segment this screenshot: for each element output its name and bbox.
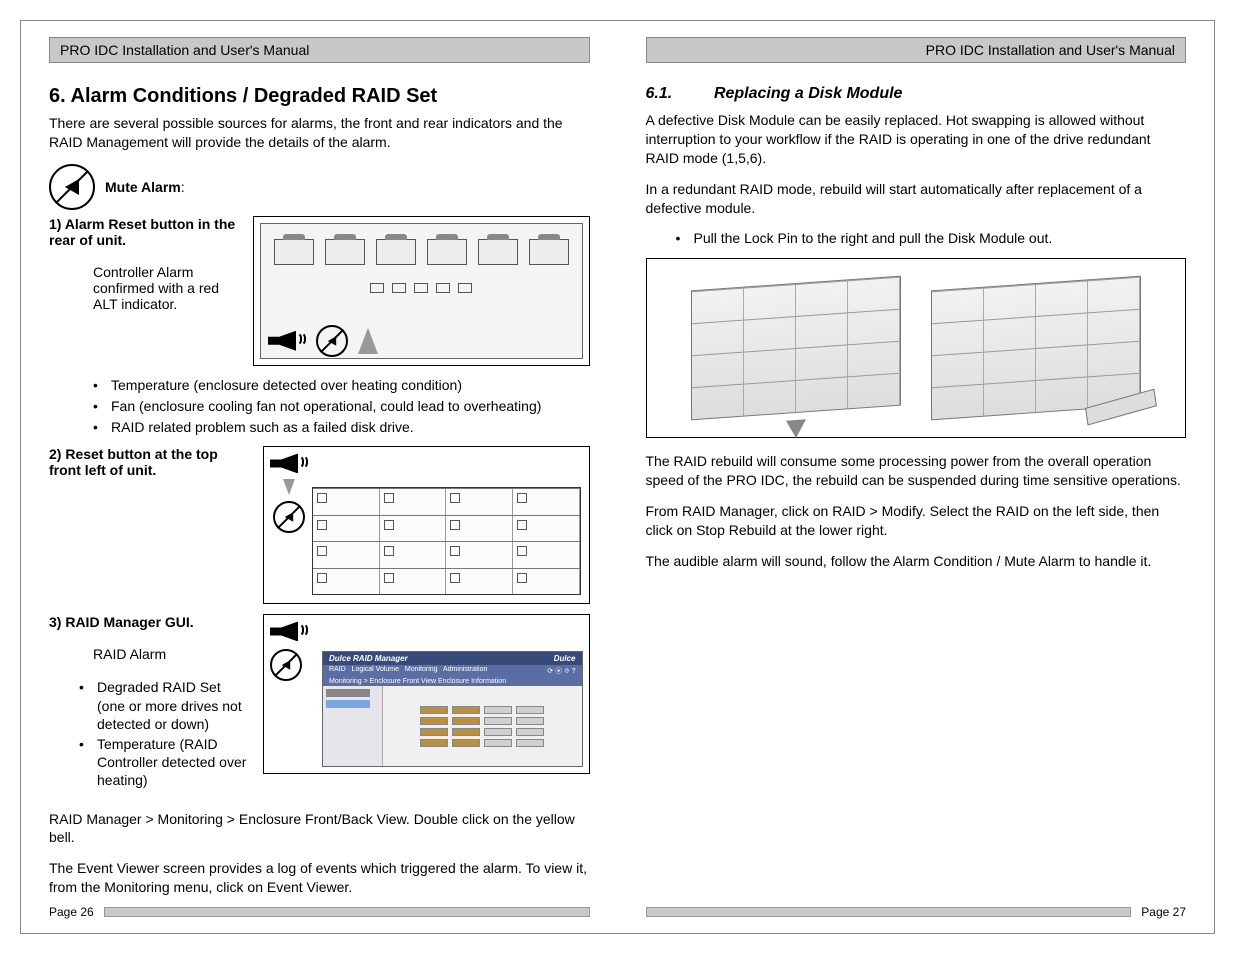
figure-rear-unit [253,216,590,366]
page-number-left: Page 26 [49,905,94,919]
intro-paragraph: There are several possible sources for a… [49,114,590,152]
gui-brand: Dulce [554,654,576,663]
right-p4: From RAID Manager, click on RAID > Modif… [646,502,1187,540]
figure-front-unit [263,446,590,604]
right-p5: The audible alarm will sound, follow the… [646,552,1187,571]
arrow-down-icon [283,479,295,495]
item-2-label: 2) Reset button at the top front left of… [49,446,249,478]
subsection-number: 6.1. [646,85,710,103]
section-title: 6. Alarm Conditions / Degraded RAID Set [49,85,590,108]
footer-bar-right [646,907,1132,917]
page-header-right: PRO IDC Installation and User's Manual [646,37,1187,63]
bullet-temperature: Temperature (enclosure detected over hea… [93,376,590,395]
figure-disk-module-replace [646,258,1187,438]
subsection-title: 6.1. Replacing a Disk Module [646,85,1187,103]
page-header-left: PRO IDC Installation and User's Manual [49,37,590,63]
arrow-down-icon [786,420,806,439]
footer-bar-left [104,907,590,917]
page-number-right: Page 27 [1141,905,1186,919]
right-p3: The RAID rebuild will consume some proce… [646,452,1187,490]
bullet-raid-problem: RAID related problem such as a failed di… [93,418,590,437]
bullet-degraded: Degraded RAID Set (one or more drives no… [79,678,249,733]
mute-alarm-label: Mute Alarm [105,179,181,195]
gui-title: Dulce RAID Manager [329,654,408,663]
arrow-up-icon [358,328,378,354]
right-p1: A defective Disk Module can be easily re… [646,111,1187,168]
event-viewer-paragraph: The Event Viewer screen provides a log o… [49,859,590,897]
figure-raid-manager-gui: Dulce RAID Manager Dulce RAID Logical Vo… [263,614,590,774]
nav-paragraph: RAID Manager > Monitoring > Enclosure Fr… [49,810,590,848]
bullet-pull-lock-pin: Pull the Lock Pin to the right and pull … [676,229,1187,248]
item-1-sub: Controller Alarm confirmed with a red AL… [49,264,239,312]
item-3-label: 3) RAID Manager GUI. [49,614,249,630]
header-text-right: PRO IDC Installation and User's Manual [926,42,1175,58]
item-1-label: 1) Alarm Reset button in the rear of uni… [49,216,239,248]
right-p2: In a redundant RAID mode, rebuild will s… [646,180,1187,218]
bullet-temp-raid: Temperature (RAID Controller detected ov… [79,735,249,790]
header-text-left: PRO IDC Installation and User's Manual [60,42,309,58]
bullet-fan: Fan (enclosure cooling fan not operation… [93,397,590,416]
gui-breadcrumb: Monitoring > Enclosure Front View Enclos… [323,677,582,686]
mute-alarm-icon [49,164,95,210]
item-3-sub: RAID Alarm [49,646,249,662]
subsection-text: Replacing a Disk Module [714,85,902,102]
